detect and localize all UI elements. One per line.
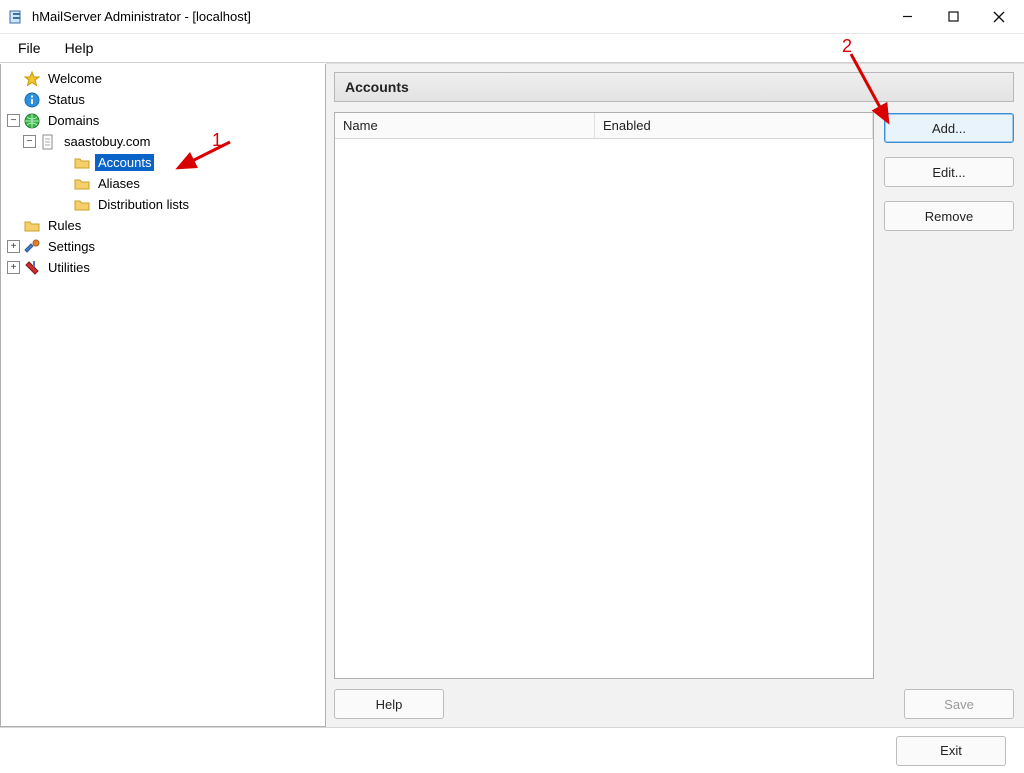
list-rows-empty bbox=[335, 139, 873, 678]
app-icon bbox=[8, 9, 24, 25]
expand-icon[interactable]: + bbox=[7, 261, 20, 274]
tree-node-domains[interactable]: − Domains bbox=[1, 110, 325, 131]
client-area: + Welcome + Status − bbox=[0, 62, 1024, 727]
tree-node-status[interactable]: + Status bbox=[1, 89, 325, 110]
remove-button[interactable]: Remove bbox=[884, 201, 1014, 231]
list-header: Name Enabled bbox=[335, 113, 873, 139]
menu-help[interactable]: Help bbox=[53, 36, 106, 60]
tree-label: Status bbox=[45, 91, 88, 108]
column-enabled[interactable]: Enabled bbox=[595, 113, 873, 138]
tree-panel[interactable]: + Welcome + Status − bbox=[0, 64, 326, 727]
save-button[interactable]: Save bbox=[904, 689, 1014, 719]
accounts-list[interactable]: Name Enabled bbox=[334, 112, 874, 679]
folder-icon bbox=[24, 218, 40, 234]
panel-title: Accounts bbox=[334, 72, 1014, 102]
menu-bar: File Help bbox=[0, 34, 1024, 62]
expand-icon[interactable]: + bbox=[7, 240, 20, 253]
tree-node-settings[interactable]: + Settings bbox=[1, 236, 325, 257]
tree-node-domain[interactable]: − saastobuy.com bbox=[1, 131, 325, 152]
collapse-icon[interactable]: − bbox=[23, 135, 36, 148]
menu-file[interactable]: File bbox=[6, 36, 53, 60]
close-button[interactable] bbox=[976, 1, 1022, 33]
wrench-icon bbox=[24, 260, 40, 276]
collapse-icon[interactable]: − bbox=[7, 114, 20, 127]
side-buttons: Add... Edit... Remove bbox=[884, 112, 1014, 679]
tree-label: Settings bbox=[45, 238, 98, 255]
help-button[interactable]: Help bbox=[334, 689, 444, 719]
tree-label: Distribution lists bbox=[95, 196, 192, 213]
star-icon bbox=[24, 71, 40, 87]
content-panel: Accounts Name Enabled Add... Edit... Rem… bbox=[326, 63, 1024, 727]
tree-label-selected: Accounts bbox=[95, 154, 154, 171]
tree-label: Domains bbox=[45, 112, 102, 129]
tree-label: Utilities bbox=[45, 259, 93, 276]
tree-label: Aliases bbox=[95, 175, 143, 192]
title-bar: hMailServer Administrator - [localhost] bbox=[0, 0, 1024, 34]
globe-icon bbox=[24, 113, 40, 129]
folder-icon bbox=[74, 176, 90, 192]
add-button[interactable]: Add... bbox=[884, 113, 1014, 143]
tree-node-welcome[interactable]: + Welcome bbox=[1, 68, 325, 89]
info-icon bbox=[24, 92, 40, 108]
tree-node-aliases[interactable]: + Aliases bbox=[1, 173, 325, 194]
folder-icon bbox=[74, 155, 90, 171]
folder-icon bbox=[74, 197, 90, 213]
tree-node-distribution-lists[interactable]: + Distribution lists bbox=[1, 194, 325, 215]
edit-button[interactable]: Edit... bbox=[884, 157, 1014, 187]
tree-node-accounts[interactable]: + Accounts bbox=[1, 152, 325, 173]
tree-label: Welcome bbox=[45, 70, 105, 87]
tree-label: saastobuy.com bbox=[61, 133, 153, 150]
tools-icon bbox=[24, 239, 40, 255]
maximize-button[interactable] bbox=[930, 1, 976, 33]
tree-node-utilities[interactable]: + Utilities bbox=[1, 257, 325, 278]
window-title: hMailServer Administrator - [localhost] bbox=[32, 9, 251, 24]
column-name[interactable]: Name bbox=[335, 113, 595, 138]
exit-button[interactable]: Exit bbox=[896, 736, 1006, 766]
footer-bar: Exit bbox=[0, 727, 1024, 773]
tree-label: Rules bbox=[45, 217, 84, 234]
tree-node-rules[interactable]: + Rules bbox=[1, 215, 325, 236]
minimize-button[interactable] bbox=[884, 1, 930, 33]
document-icon bbox=[40, 134, 56, 150]
